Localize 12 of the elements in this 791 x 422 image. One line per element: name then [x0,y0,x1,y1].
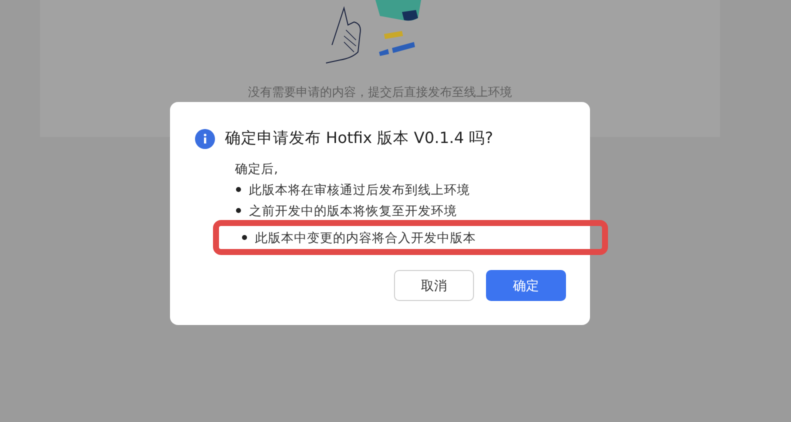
list-item-text: 此版本中变更的内容将合入开发中版本 [255,229,476,247]
dialog-title: 确定申请发布 Hotfix 版本 V0.1.4 吗? [225,128,494,149]
cancel-button[interactable]: 取消 [394,270,474,301]
list-item-text: 此版本将在审核通过后发布到线上环境 [249,181,470,199]
empty-message: 没有需要申请的内容，提交后直接发布至线上环境 [248,85,512,99]
info-icon [195,128,215,148]
bullet-icon [236,187,241,192]
confirm-button[interactable]: 确定 [486,270,566,301]
dialog-text: 确定后, [235,160,279,178]
bullet-icon [236,208,241,213]
bullet-icon [242,235,247,240]
list-item-text: 之前开发中的版本将恢复至开发环境 [249,202,457,220]
